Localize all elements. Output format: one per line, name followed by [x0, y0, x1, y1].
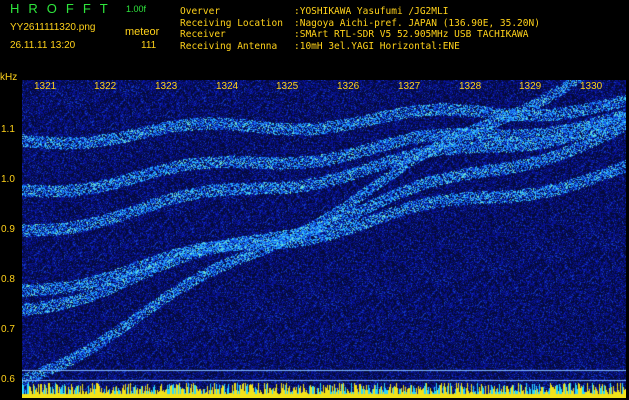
observer-value: :YOSHIKAWA Yasufumi /JG2MLI [294, 6, 449, 17]
spectrogram-canvas [22, 80, 626, 398]
file-name: YY2611111320.png [10, 22, 96, 33]
y-tick-label: 1.0 [1, 174, 15, 185]
y-axis: 1.1 1.0 0.9 0.8 0.7 0.6 [0, 80, 22, 398]
antenna-key: Receiving Antenna [180, 40, 278, 52]
location-row: Receiving Location :Nagoya Aichi-pref. J… [180, 18, 540, 30]
antenna-value: :10mH 3el.YAGI Horizontal:ENE [294, 40, 460, 52]
receiver-key: Receiver [180, 29, 226, 40]
timestamp: 26.11.11 13:20 [10, 40, 76, 51]
antenna-row: Receiving Antenna :10mH 3el.YAGI Horizon… [180, 41, 540, 53]
observer-row: Overver :YOSHIKAWA Yasufumi /JG2MLI [180, 6, 540, 18]
receiver-row: Receiver :SMArt RTL-SDR V5 52.905MHz USB… [180, 29, 540, 41]
spectrogram[interactable] [22, 80, 626, 398]
y-tick-label: 0.8 [1, 274, 15, 285]
detection-count: 111 [141, 40, 157, 51]
mode-label: meteor [125, 26, 160, 38]
location-value: :Nagoya Aichi-pref. JAPAN (136.90E, 35.2… [294, 17, 540, 29]
receiver-value: :SMArt RTL-SDR V5 52.905MHz USB TACHIKAW… [294, 29, 529, 40]
observer-key: Overver [180, 6, 221, 17]
y-tick-label: 0.6 [1, 374, 15, 385]
y-tick-label: 0.9 [1, 224, 15, 235]
location-key: Receiving Location [180, 17, 283, 29]
station-info: Overver :YOSHIKAWA Yasufumi /JG2MLI Rece… [180, 6, 540, 52]
y-tick-label: 1.1 [1, 124, 15, 135]
y-tick-label: 0.7 [1, 324, 15, 335]
hrofft-window: HROFFT 1.00f YY2611111320.png meteor 26.… [0, 0, 629, 400]
app-title: HROFFT [10, 1, 117, 16]
app-version: 1.00f [126, 4, 147, 14]
